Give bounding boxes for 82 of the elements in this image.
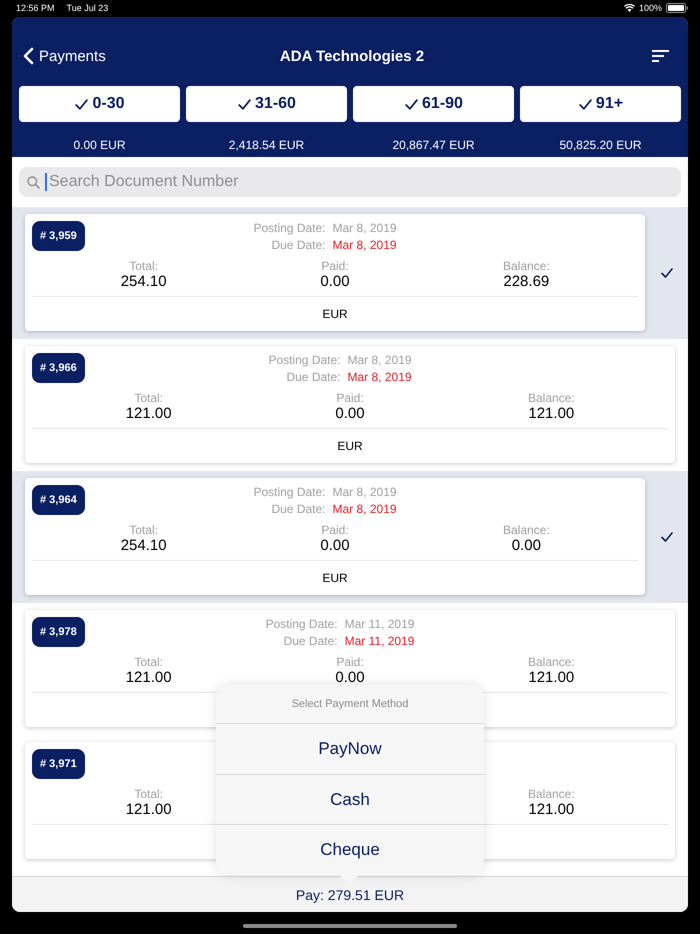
total-label: Total:	[134, 787, 163, 801]
document-card[interactable]: # 3,959 Posting Date: Mar 8, 2019 Due Date: Mar 8, 2019 Total: 254.10 Paid: 0.00 Balance: 228.69 EUR	[25, 214, 645, 331]
sort-icon[interactable]	[652, 50, 669, 62]
document-number: # 3,964	[32, 485, 85, 515]
age-filter-button[interactable]: 0-30	[19, 86, 180, 122]
age-amount: 50,825.20 EUR	[558, 138, 643, 152]
total-amount: 121.00	[126, 405, 172, 422]
status-date: Tue Jul 23	[66, 3, 108, 13]
total-amount: 121.00	[126, 801, 172, 818]
document-number: # 3,959	[32, 221, 85, 251]
paid-amount: 0.00	[320, 273, 350, 290]
document-number: # 3,966	[32, 353, 85, 383]
due-date-label: Due Date:	[270, 238, 326, 252]
check-icon	[74, 96, 90, 112]
balance-amount: 121.00	[528, 801, 574, 818]
payment-option[interactable]: PayNow	[216, 724, 484, 775]
paid-amount: 0.00	[335, 669, 365, 686]
total-label: Total:	[134, 655, 163, 669]
posting-date-label: Posting Date:	[253, 221, 326, 235]
age-amount: 20,867.47 EUR	[391, 138, 476, 152]
balance-label: Balance:	[502, 523, 550, 537]
total-label: Total:	[129, 523, 158, 537]
balance-amount: 228.69	[503, 273, 550, 290]
chevron-left-icon	[23, 47, 34, 65]
check-icon	[578, 96, 593, 112]
wifi-icon	[624, 4, 635, 12]
balance-amount: 121.00	[528, 669, 574, 686]
posting-date: Mar 8, 2019	[332, 485, 397, 499]
battery-percent: 100%	[638, 3, 662, 13]
total-label: Total:	[129, 259, 158, 273]
posting-date: Mar 11, 2019	[344, 617, 414, 631]
search-icon	[27, 176, 40, 189]
document-number: # 3,978	[32, 617, 85, 647]
pay-button[interactable]: Pay: 279.51 EUR	[12, 876, 688, 912]
age-amount: 0.00 EUR	[72, 138, 127, 152]
age-amount: 2,418.54 EUR	[228, 138, 306, 152]
check-icon	[404, 96, 420, 112]
total-label: Total:	[134, 391, 163, 405]
total-amount: 121.00	[126, 669, 172, 686]
posting-date-label: Posting Date:	[268, 353, 340, 367]
balance-label: Balance:	[528, 787, 575, 801]
document-card[interactable]: # 3,966 Posting Date: Mar 8, 2019 Due Date: Mar 8, 2019 Total: 121.00 Paid: 0.00 Balance: 121.00 EUR	[25, 346, 675, 463]
paid-label: Paid:	[336, 655, 364, 669]
due-date-label: Due Date:	[282, 634, 338, 648]
posting-date: Mar 8, 2019	[332, 221, 397, 235]
balance-amount: 0.00	[512, 537, 541, 554]
paid-amount: 0.00	[335, 405, 365, 422]
popover-title: Select Payment Method	[216, 685, 484, 724]
balance-label: Balance:	[528, 655, 575, 669]
screen-title: ADA Technologies 2	[278, 48, 426, 64]
battery-icon	[666, 3, 688, 13]
currency: EUR	[322, 307, 348, 321]
search-field[interactable]: Search Document Number	[19, 167, 681, 197]
due-date: Mar 8, 2019	[332, 238, 397, 252]
balance-label: Balance:	[528, 391, 575, 405]
posting-date-label: Posting Date:	[253, 485, 326, 499]
back-button[interactable]: Payments	[23, 47, 153, 65]
total-amount: 254.10	[120, 273, 167, 290]
posting-date: Mar 8, 2019	[348, 353, 412, 367]
paid-label: Paid:	[336, 391, 364, 405]
age-filter-button[interactable]: 91+	[520, 86, 681, 122]
balance-amount: 121.00	[528, 405, 574, 422]
posting-date-label: Posting Date:	[266, 617, 338, 631]
paid-amount: 0.00	[320, 537, 350, 554]
due-date-label: Due Date:	[285, 370, 340, 384]
due-date: Mar 8, 2019	[348, 370, 412, 384]
status-time: 12:56 PM	[16, 3, 55, 13]
document-card[interactable]: # 3,964 Posting Date: Mar 8, 2019 Due Date: Mar 8, 2019 Total: 254.10 Paid: 0.00 Balance: 0.00 EUR	[25, 478, 645, 595]
payment-option[interactable]: Cash	[216, 774, 484, 826]
due-date: Mar 11, 2019	[344, 634, 414, 648]
currency: EUR	[322, 571, 348, 585]
check-icon	[237, 96, 252, 112]
due-date-label: Due Date:	[270, 502, 326, 516]
document-number: # 3,971	[32, 749, 85, 779]
age-filter-button[interactable]: 61-90	[353, 86, 514, 122]
balance-label: Balance:	[502, 259, 550, 273]
total-amount: 254.10	[120, 537, 167, 554]
currency: EUR	[337, 439, 363, 453]
paid-label: Paid:	[321, 259, 349, 273]
paid-label: Paid:	[321, 523, 349, 537]
due-date: Mar 8, 2019	[332, 502, 397, 516]
age-filter-button[interactable]: 31-60	[186, 86, 347, 122]
